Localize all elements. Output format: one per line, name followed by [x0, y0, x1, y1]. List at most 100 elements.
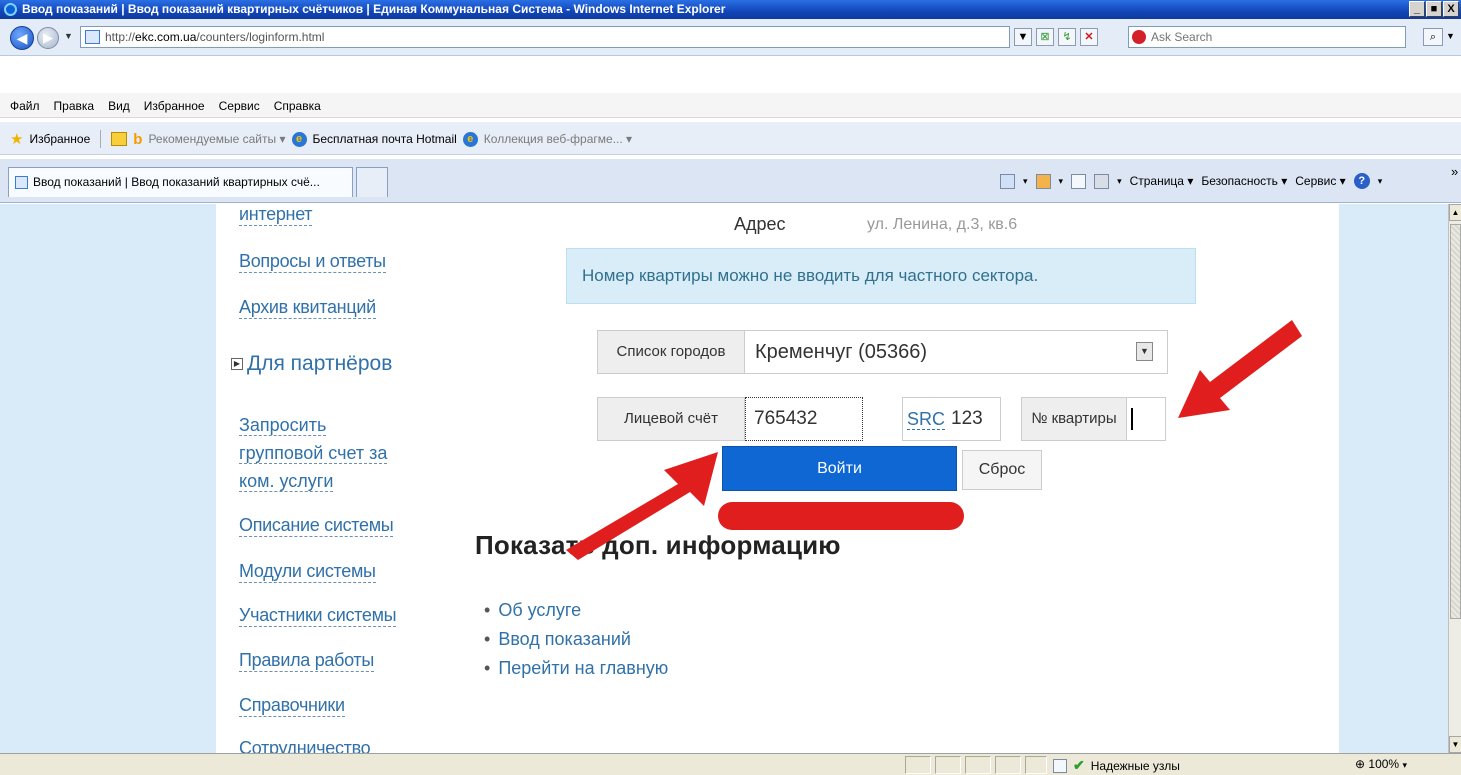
address-dropdown-icon[interactable]: ▼	[1014, 28, 1032, 46]
link-meter-readings[interactable]: Ввод показаний	[484, 625, 668, 654]
vertical-scrollbar[interactable]: ▲ ▼	[1448, 204, 1461, 753]
tools-menu[interactable]: Сервис ▾	[1295, 174, 1345, 188]
ie-page-icon: e	[291, 131, 307, 147]
menu-view[interactable]: Вид	[108, 99, 130, 113]
print-dropdown-icon[interactable]: ▾	[1117, 176, 1122, 187]
maximize-button[interactable]: ■	[1426, 1, 1442, 17]
feeds-icon[interactable]	[1035, 173, 1051, 189]
chevron-down-icon[interactable]: ▼	[1136, 342, 1153, 361]
close-button[interactable]: X	[1443, 1, 1459, 17]
search-box[interactable]	[1128, 26, 1406, 48]
account-label: Лицевой счёт	[597, 397, 745, 441]
help-icon[interactable]: ?	[1353, 173, 1370, 189]
favorites-button[interactable]: Избранное	[29, 132, 90, 146]
sidebar-link-system-members[interactable]: Участники системы	[239, 605, 397, 627]
new-tab-button[interactable]	[356, 167, 388, 197]
forward-button[interactable]: ▶	[37, 27, 59, 49]
feeds-dropdown-icon[interactable]: ▾	[1059, 176, 1064, 187]
search-input[interactable]	[1151, 29, 1391, 45]
refresh-icon[interactable]: ↯	[1058, 28, 1076, 46]
sidebar-link-receipts-archive[interactable]: Архив квитанций	[239, 297, 376, 319]
tab-title: Ввод показаний | Ввод показаний квартирн…	[33, 175, 320, 189]
link-about-service[interactable]: Об услуге	[484, 596, 668, 625]
scroll-up-icon[interactable]: ▲	[1449, 204, 1461, 221]
scroll-thumb[interactable]	[1450, 224, 1461, 619]
address-value: ул. Ленина, д.3, кв.6	[867, 216, 1018, 233]
zoom-control[interactable]: ⊕ 100% ▾	[1355, 757, 1407, 771]
stop-icon[interactable]: ✕	[1080, 28, 1098, 46]
city-select[interactable]: Кременчуг (05366) ▼	[744, 330, 1168, 374]
expand-arrow-icon: ▶	[231, 358, 243, 371]
history-dropdown-icon[interactable]: ▼	[64, 31, 73, 41]
menu-help[interactable]: Справка	[274, 99, 321, 113]
apartment-label: № квартиры	[1021, 397, 1127, 441]
more-info-list: Об услуге Ввод показаний Перейти на глав…	[484, 596, 668, 683]
menu-edit[interactable]: Правка	[54, 99, 95, 113]
site-favicon-icon	[85, 30, 100, 44]
src-label[interactable]: SRC	[902, 397, 949, 441]
url-text: http://ekc.com.ua/counters/loginform.htm…	[105, 30, 325, 44]
sidebar-link-faq[interactable]: Вопросы и ответы	[239, 251, 386, 273]
toolbar-overflow-chevron[interactable]: »	[1451, 164, 1458, 179]
magnifier-icon: ⊕	[1355, 757, 1366, 771]
window-title: Ввод показаний | Ввод показаний квартирн…	[22, 2, 726, 16]
status-cell	[965, 756, 991, 774]
sidebar-heading-partners[interactable]: ▶ Для партнёров	[231, 352, 392, 376]
src-input[interactable]: 123	[949, 397, 1001, 441]
reset-button[interactable]: Сброс	[962, 450, 1042, 490]
bing-icon: b	[133, 130, 143, 148]
zoom-level: 100%	[1368, 757, 1400, 771]
fav-suggested-sites[interactable]: Рекомендуемые сайты ▾	[148, 132, 285, 146]
link-go-home[interactable]: Перейти на главную	[484, 654, 668, 683]
home-icon[interactable]	[1000, 173, 1015, 189]
menu-file[interactable]: Файл	[10, 99, 40, 113]
home-dropdown-icon[interactable]: ▾	[1023, 176, 1028, 187]
help-dropdown-icon[interactable]: ▾	[1378, 176, 1383, 187]
back-button[interactable]: ◀	[10, 26, 34, 50]
favorites-bar-items: ★ Избранное b Рекомендуемые сайты ▾ e Бе…	[10, 129, 632, 149]
sidebar-link-system-description[interactable]: Описание системы	[239, 515, 394, 537]
add-to-favorites-icon[interactable]	[111, 132, 128, 146]
address-field[interactable]: http://ekc.com.ua/counters/loginform.htm…	[80, 26, 1010, 48]
ie-page-icon: e	[462, 131, 478, 147]
ask-logo-icon	[1132, 30, 1146, 44]
sidebar-link-group-bill[interactable]: Запросить групповой счет за ком. услуги	[239, 411, 409, 495]
security-zone[interactable]: ✔ Надежные узлы	[1053, 757, 1180, 774]
sidebar-link-directories[interactable]: Справочники	[239, 695, 345, 717]
window-titlebar: Ввод показаний | Ввод показаний квартирн…	[0, 0, 1461, 19]
apartment-input[interactable]	[1126, 397, 1166, 441]
compatibility-icon[interactable]: ⊠	[1036, 28, 1054, 46]
status-cell	[1025, 756, 1047, 774]
read-mail-icon[interactable]	[1071, 173, 1087, 189]
menu-favorites[interactable]: Избранное	[144, 99, 205, 113]
ie-logo-icon	[4, 3, 17, 16]
fav-web-slice-gallery[interactable]: Коллекция веб-фрагме... ▾	[484, 132, 632, 146]
menu-tools[interactable]: Сервис	[219, 99, 260, 113]
text-caret	[1131, 408, 1133, 430]
minimize-button[interactable]: _	[1409, 1, 1425, 17]
fav-hotmail[interactable]: Бесплатная почта Hotmail	[313, 132, 457, 146]
sidebar-link-rules[interactable]: Правила работы	[239, 650, 374, 672]
sidebar-link-system-modules[interactable]: Модули системы	[239, 561, 376, 583]
search-icon[interactable]: ⌕	[1423, 28, 1443, 46]
sidebar-link-internet[interactable]: интернет	[239, 204, 313, 226]
account-input[interactable]: 765432	[745, 397, 863, 441]
menubar-items: Файл Правка Вид Избранное Сервис Справка	[0, 93, 321, 118]
security-menu[interactable]: Безопасность ▾	[1201, 174, 1287, 188]
city-select-value: Кременчуг (05366)	[755, 341, 928, 363]
tab-active[interactable]: Ввод показаний | Ввод показаний квартирн…	[8, 167, 353, 197]
page-content: интернет Вопросы и ответы Архив квитанци…	[216, 204, 1339, 753]
security-zone-label: Надежные узлы	[1090, 758, 1180, 773]
print-icon[interactable]	[1094, 173, 1110, 189]
search-options-icon[interactable]: ▼	[1446, 31, 1455, 41]
page-menu[interactable]: Страница ▾	[1130, 174, 1194, 188]
city-label: Список городов	[597, 330, 745, 374]
sidebar-link-cooperation[interactable]: Сотрудничество	[239, 738, 371, 753]
login-button[interactable]: Войти	[722, 446, 957, 491]
zoom-dropdown-icon[interactable]: ▾	[1402, 760, 1407, 770]
protected-mode-icon	[1053, 758, 1067, 773]
red-highlight-bar	[718, 502, 964, 530]
favorites-star-icon[interactable]: ★	[10, 130, 23, 148]
scroll-down-icon[interactable]: ▼	[1449, 736, 1461, 753]
more-info-heading[interactable]: Показать доп. информацию	[475, 530, 841, 561]
